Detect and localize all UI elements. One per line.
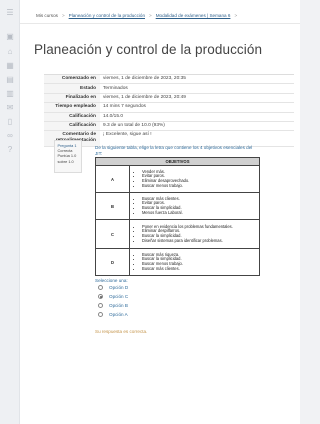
radio-icon[interactable] bbox=[98, 285, 103, 290]
question-score: Puntúa 1.0 bbox=[57, 153, 77, 159]
messages-icon[interactable]: ✉ bbox=[5, 103, 15, 112]
summary-row: Estado Terminados bbox=[44, 84, 294, 94]
question-max-score: sobre 1.0 bbox=[57, 158, 74, 164]
table-row: D Buscar más riqueza. Buscar la simplici… bbox=[95, 248, 260, 276]
summary-row: Calificación 9.3 de un total de 10.0 (93%… bbox=[44, 121, 294, 132]
summary-row: Tiempo empleado 14 mins 7 segundos bbox=[44, 103, 294, 113]
list-item: Buscar más clientes. bbox=[142, 266, 259, 272]
breadcrumb: Mis cursos > Planeación y control de la pr… bbox=[36, 13, 238, 18]
attempt-summary: Comenzado en viernes, 1 de diciembre de 2… bbox=[44, 74, 294, 147]
breadcrumb-item-course[interactable]: Planeación y control de la producción bbox=[69, 13, 145, 18]
calendar-icon[interactable]: ▦ bbox=[5, 61, 15, 70]
table-header: OBJETIVOS bbox=[95, 157, 260, 166]
option-label: Opción B bbox=[109, 303, 128, 308]
question-info-box: Pregunta 1 Correcta Puntúa 1.0 sobre 1.0 bbox=[54, 140, 82, 173]
summary-row: Comenzado en viernes, 1 de diciembre de 2… bbox=[44, 75, 294, 85]
option-b[interactable]: Opción B bbox=[98, 303, 128, 308]
table-row: C Poner en evidencia los problemas funda… bbox=[95, 219, 260, 249]
sidebar: ☰ ▣ ⌂ ▦ ▤ ▥ ✉ ▯ ∞ ? bbox=[0, 0, 20, 424]
summary-row: Calificación 14.0/15.0 bbox=[44, 112, 294, 122]
help-icon[interactable]: ? bbox=[5, 145, 15, 154]
table-row: A Vender más. Evitar paros. Eliminar des… bbox=[95, 165, 260, 193]
option-label: Opción D bbox=[109, 285, 129, 290]
menu-icon[interactable]: ☰ bbox=[5, 8, 15, 17]
table-row: B Buscar más clientes. Evitar paros. Bus… bbox=[95, 192, 260, 220]
page-title: Planeación y control de la producción bbox=[34, 42, 263, 57]
option-label: Opción A bbox=[109, 312, 128, 317]
link-icon[interactable]: ∞ bbox=[5, 131, 15, 140]
files-icon[interactable]: ▤ bbox=[5, 75, 15, 84]
mobile-icon[interactable]: ▯ bbox=[5, 117, 15, 126]
breadcrumb-item-mis-cursos[interactable]: Mis cursos bbox=[36, 13, 58, 18]
list-item: Buscar menos trabajo. bbox=[142, 183, 259, 189]
dashboard-icon[interactable]: ▣ bbox=[5, 32, 15, 41]
main-content: Mis cursos > Planeación y control de la pr… bbox=[20, 0, 300, 424]
option-d[interactable]: Opción D bbox=[98, 285, 128, 290]
select-one-label: Seleccione una: bbox=[95, 278, 128, 283]
radio-icon[interactable] bbox=[98, 312, 103, 317]
summary-row: Finalizado en viernes, 1 de diciembre de … bbox=[44, 93, 294, 104]
radio-selected-icon[interactable] bbox=[98, 294, 103, 299]
option-label: Opción C bbox=[109, 294, 129, 299]
list-item: Menos fuerza Laboral. bbox=[142, 210, 259, 216]
home-icon[interactable]: ⌂ bbox=[5, 47, 15, 56]
option-c[interactable]: Opción C bbox=[98, 294, 128, 299]
feedback-text: Su respuesta es correcta. bbox=[95, 329, 148, 334]
grades-icon[interactable]: ▥ bbox=[5, 89, 15, 98]
list-item: Diseñar sistemas para identificar proble… bbox=[142, 238, 259, 244]
option-a[interactable]: Opción A bbox=[98, 312, 128, 317]
radio-icon[interactable] bbox=[98, 303, 103, 308]
divider bbox=[20, 23, 300, 24]
breadcrumb-item-section[interactable]: Modalidad de exámenes | Semana 6 bbox=[156, 13, 231, 18]
question-text: De la siguiente tabla, elige la letra qu… bbox=[95, 145, 253, 157]
objectives-table: OBJETIVOS A Vender más. Evitar paros. El… bbox=[95, 157, 260, 276]
